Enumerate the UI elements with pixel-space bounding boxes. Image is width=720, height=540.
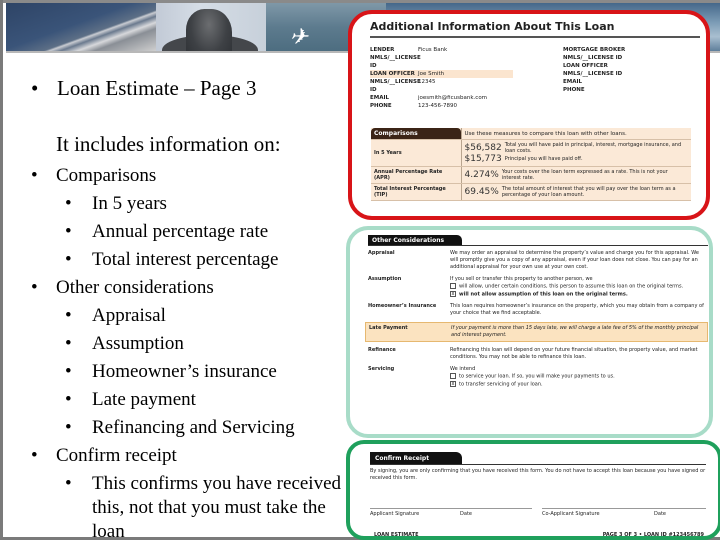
- apr-desc: Your costs over the loan term expressed …: [501, 169, 668, 181]
- outline-item: • Comparisons: [31, 165, 157, 186]
- considerations-list: Appraisal We may order an appraisal to d…: [365, 250, 708, 393]
- comparisons-header-desc: Use these measures to compare this loan …: [461, 128, 691, 140]
- slide-title: • Loan Estimate – Page 3: [31, 76, 256, 101]
- info-row: Phone: [563, 87, 585, 93]
- statue-head: [186, 9, 232, 51]
- intro-text: It includes information on:: [56, 132, 281, 156]
- row-label: In 5 Years: [371, 139, 462, 167]
- amount-value: $56,582: [464, 143, 502, 153]
- broker-info: Mortgage Broker NMLS/__License ID Loan O…: [563, 46, 633, 94]
- title-rule: [370, 36, 700, 38]
- info-row: Email joesmith@ficusbank.com: [370, 95, 488, 101]
- outline-subitem: • Assumption: [65, 333, 184, 354]
- additional-info-comparisons-panel: Additional Information About This Loan L…: [348, 10, 710, 220]
- servicing-row: Servicing We intend to service your loan…: [368, 366, 615, 387]
- header-rule: [368, 245, 708, 246]
- banner-architecture-image: [6, 3, 156, 51]
- amount-desc: Principal you will have paid off.: [504, 156, 583, 162]
- info-row: Mortgage Broker: [563, 47, 626, 53]
- comparisons-header: Comparisons: [371, 128, 462, 140]
- document-footer-left: LOAN ESTIMATE: [374, 532, 419, 538]
- info-row: NMLS/__License ID 12345: [370, 79, 436, 93]
- confirm-receipt-header: Confirm Receipt: [370, 452, 462, 464]
- slide: ✈ • Loan Estimate – Page 3 It includes i…: [0, 0, 720, 540]
- outline-subitem: • Refinancing and Servicing: [65, 417, 295, 438]
- outline-subitem: • Total interest percentage: [65, 249, 279, 270]
- coapplicant-signature-line[interactable]: Co-Applicant Signature Date: [542, 508, 706, 517]
- tip-desc: The total amount of interest that you wi…: [501, 186, 676, 198]
- table-row: In 5 Years $56,582 Total you will have pa…: [371, 139, 691, 167]
- apr-value: 4.274%: [464, 170, 499, 180]
- table-row: Total Interest Percentage (TIP) 69.45% Th…: [371, 183, 691, 201]
- title-text: Loan Estimate – Page 3: [57, 76, 257, 100]
- info-row: Loan Officer: [563, 63, 608, 69]
- outline-subitem: • Appraisal: [65, 305, 166, 326]
- title-bullet: •: [31, 76, 39, 100]
- other-considerations-panel: Other Considerations Appraisal We may or…: [346, 226, 713, 438]
- info-row: Email: [563, 79, 583, 85]
- outline-subitem: • Homeowner’s insurance: [65, 361, 277, 382]
- checkbox-unchecked[interactable]: [450, 283, 456, 289]
- outline-subitem: • Annual percentage rate: [65, 221, 269, 242]
- checkbox-unchecked[interactable]: [450, 373, 456, 379]
- confirm-receipt-text: By signing, you are only confirming that…: [370, 468, 706, 481]
- header-rule: [370, 464, 706, 465]
- comparisons-header-row: Comparisons Use these measures to compar…: [371, 128, 691, 140]
- outline-subitem: • This confirms you have received this, n…: [65, 473, 342, 540]
- outline-item: • Other considerations: [31, 277, 214, 298]
- amount-desc: Total you will have paid in principal, i…: [504, 142, 682, 154]
- refinance-row: Refinance Refinancing this loan will dep…: [368, 347, 698, 360]
- banner-logo-glyph: ✈: [286, 25, 314, 50]
- info-row: Phone 123-456-7890: [370, 103, 457, 109]
- appraisal-row: Appraisal We may order an appraisal to d…: [368, 250, 699, 270]
- table-row: Annual Percentage Rate (APR) 4.274% Your …: [371, 166, 691, 184]
- assumption-row: Assumption If you sell or transfer this …: [368, 276, 684, 297]
- banner-statue-image: [156, 3, 266, 51]
- info-row-highlighted: Loan Officer Joe Smith: [370, 70, 513, 78]
- checkbox-checked[interactable]: x: [450, 290, 456, 297]
- info-row: NMLS/__License ID: [563, 55, 623, 61]
- confirm-receipt-panel: Confirm Receipt By signing, you are only…: [346, 440, 720, 540]
- late-payment-row: Late Payment If your payment is more tha…: [365, 322, 708, 342]
- tip-value: 69.45%: [464, 187, 499, 197]
- info-row: NMLS/__License ID: [370, 55, 421, 69]
- row-label: Annual Percentage Rate (APR): [371, 166, 462, 184]
- info-row: NMLS/__License ID: [563, 71, 623, 77]
- info-row: Lender Ficus Bank: [370, 47, 448, 53]
- outline-subitem: • Late payment: [65, 389, 196, 410]
- additional-info-title: Additional Information About This Loan: [370, 20, 615, 33]
- insurance-row: Homeowner’s Insurance This loan requires…: [368, 303, 704, 316]
- checkbox-checked[interactable]: x: [450, 380, 456, 387]
- amount-value: $15,773: [464, 154, 502, 164]
- document-footer-right: PAGE 3 OF 3 • LOAN ID #123456789: [602, 532, 704, 538]
- row-label: Total Interest Percentage (TIP): [371, 183, 462, 201]
- applicant-signature-line[interactable]: Applicant Signature Date: [370, 508, 532, 517]
- lender-info: Lender Ficus Bank NMLS/__License ID Loan …: [370, 46, 513, 110]
- comparisons-table: Comparisons Use these measures to compar…: [371, 128, 691, 201]
- outline-item: • Confirm receipt: [31, 445, 177, 466]
- topic-outline: • Comparisons • In 5 years • Annual percent…: [31, 162, 362, 540]
- outline-subitem: • In 5 years: [65, 193, 167, 214]
